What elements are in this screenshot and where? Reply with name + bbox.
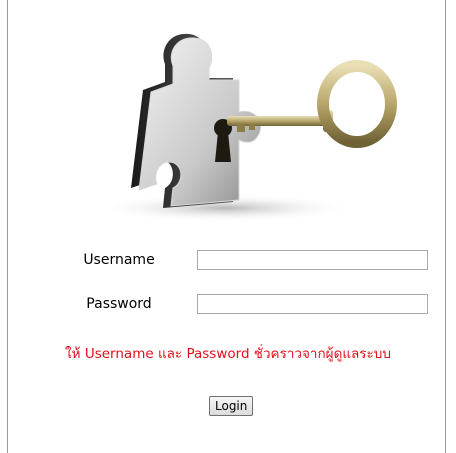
password-label: Password [86, 296, 152, 312]
credentials-notice: ให้ Username และ Password ชั่วคราวจากผู้… [65, 346, 391, 362]
username-input[interactable] [197, 250, 428, 270]
login-button[interactable]: Login [209, 396, 254, 416]
password-input[interactable] [197, 294, 428, 314]
username-label: Username [83, 252, 155, 268]
puzzle-key-logo [105, 33, 397, 222]
